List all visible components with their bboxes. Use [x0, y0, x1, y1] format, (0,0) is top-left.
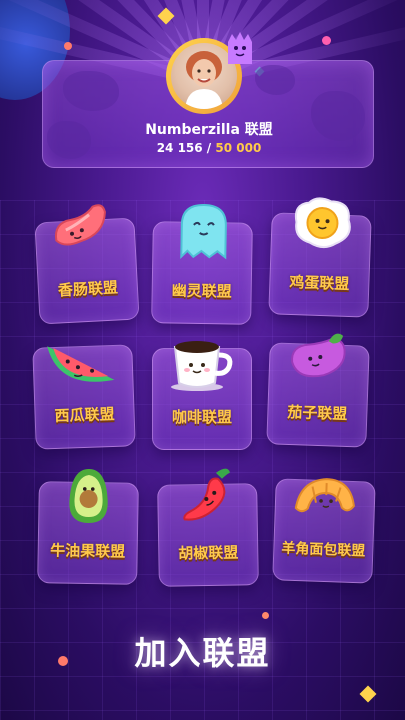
league-tile-label: 茄子联盟 — [287, 402, 348, 424]
league-tile-label: 西瓜联盟 — [54, 404, 115, 426]
league-tile[interactable]: 鸡蛋联盟 — [268, 197, 372, 318]
league-tile[interactable]: 茄子联盟 — [266, 333, 370, 448]
watermelon-icon — [43, 336, 121, 399]
league-tile[interactable]: 西瓜联盟 — [32, 344, 136, 450]
dot-decoration — [262, 612, 269, 619]
monster-silhouette — [63, 71, 119, 111]
score-separator: / — [202, 141, 216, 155]
league-tile[interactable]: 牛油果联盟 — [37, 469, 139, 585]
egg-icon — [289, 194, 355, 256]
join-league-button[interactable]: 加入联盟 — [0, 628, 405, 674]
league-tile[interactable]: 胡椒联盟 — [157, 468, 259, 587]
eggplant-icon — [285, 326, 351, 388]
monster-mascot-icon — [228, 32, 252, 64]
avocado-icon — [63, 465, 114, 532]
league-tile-label: 鸡蛋联盟 — [289, 272, 350, 294]
league-tile[interactable]: 咖啡联盟 — [152, 341, 252, 450]
league-tile[interactable]: 羊角面包联盟 — [272, 478, 376, 584]
league-tile[interactable]: 幽灵联盟 — [151, 204, 253, 325]
score-current: 24 156 — [156, 141, 203, 155]
league-tile[interactable]: 香肠联盟 — [34, 204, 140, 325]
league-tile-label: 牛油果联盟 — [50, 541, 126, 561]
ghost-icon — [175, 201, 232, 266]
score-target: 50 000 — [215, 141, 262, 155]
league-tile-label: 胡椒联盟 — [178, 543, 239, 563]
league-tile-label: 羊角面包联盟 — [281, 540, 366, 560]
league-score: 24 156 / 50 000 — [43, 141, 375, 155]
monster-silhouette — [255, 65, 295, 95]
dot-decoration — [322, 36, 331, 45]
league-tile-label: 香肠联盟 — [57, 278, 119, 300]
league-name: Numberzilla 联盟 — [145, 122, 273, 138]
league-tile-label: 幽灵联盟 — [171, 281, 232, 301]
pepper-icon — [176, 463, 237, 532]
croissant-icon — [289, 468, 361, 530]
league-tile-label: 咖啡联盟 — [171, 408, 232, 426]
dot-decoration — [64, 42, 72, 50]
sausage-icon — [44, 197, 117, 265]
coffee-icon — [167, 333, 237, 397]
